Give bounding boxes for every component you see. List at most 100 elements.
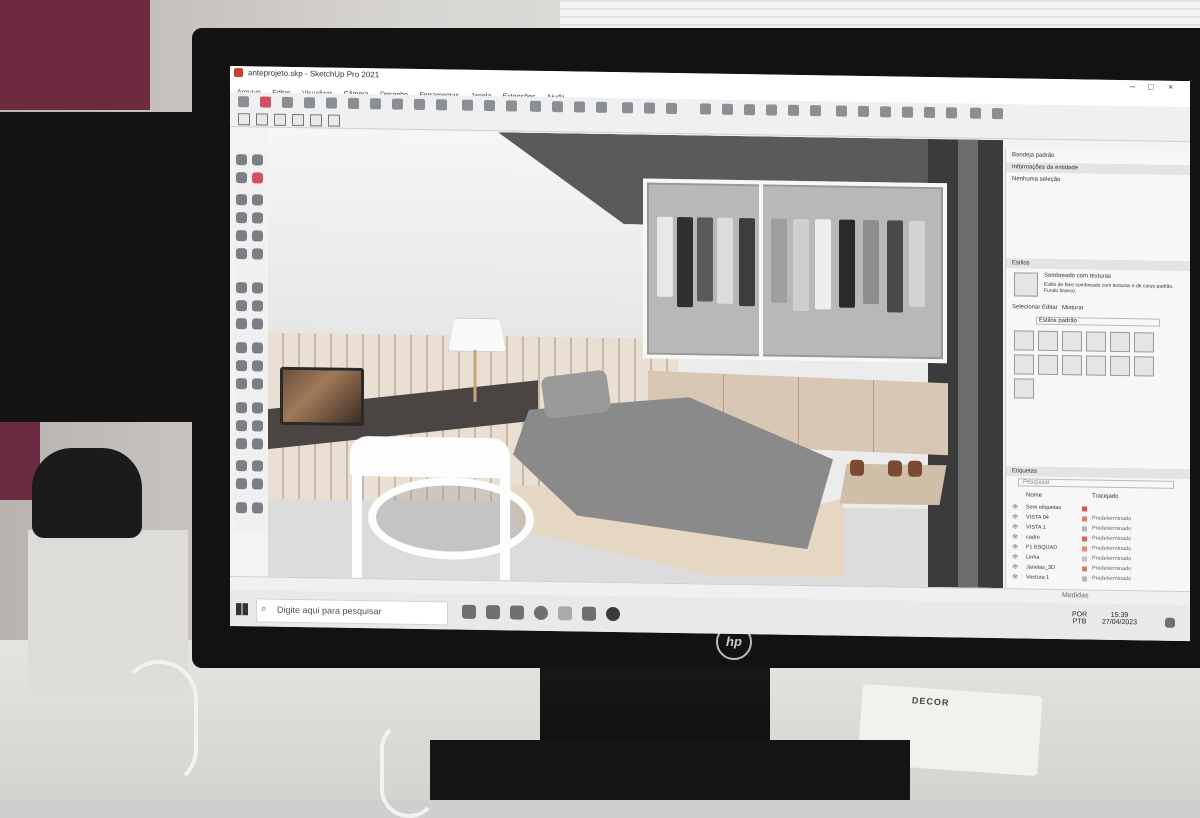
eye-icon[interactable]: 👁: [1012, 574, 1020, 580]
textured-icon[interactable]: [924, 106, 935, 119]
left-view-icon[interactable]: [810, 105, 821, 117]
windows-start-icon[interactable]: [236, 603, 248, 616]
style-swatch[interactable]: [1086, 331, 1106, 352]
scale-icon[interactable]: [414, 98, 425, 111]
top-view-icon[interactable]: [722, 103, 733, 115]
autocad-icon[interactable]: [582, 606, 596, 621]
tag-dash[interactable]: Predeterminado: [1092, 576, 1131, 583]
palette-smoove-icon[interactable]: [252, 502, 263, 514]
pencil-icon[interactable]: [282, 96, 293, 108]
eye-icon[interactable]: 👁: [1012, 534, 1020, 540]
style-tab-mix[interactable]: Misturar: [1062, 305, 1084, 311]
monochrome-icon[interactable]: [946, 107, 957, 119]
palette-push-pull-icon[interactable]: [252, 282, 263, 294]
tag-dash[interactable]: Predeterminado: [1092, 526, 1131, 533]
tags-search-input[interactable]: Pesquisar: [1018, 478, 1174, 489]
eye-icon[interactable]: 👁: [1012, 544, 1020, 550]
tag-dash[interactable]: Predeterminado: [1092, 566, 1131, 573]
orbit-icon[interactable]: [530, 100, 541, 112]
tag-color-swatch[interactable]: [1082, 546, 1087, 552]
front-view-icon[interactable]: [744, 104, 755, 116]
palette-position-camera-icon[interactable]: [236, 460, 247, 472]
language-indicator[interactable]: POR PTB: [1072, 611, 1087, 625]
clock[interactable]: 15:39 27/04/2023: [1102, 612, 1137, 626]
tag-color-swatch[interactable]: [1082, 556, 1087, 562]
style-swatch[interactable]: [1110, 355, 1130, 377]
push-pull-icon[interactable]: [348, 97, 359, 110]
style-swatch[interactable]: [1086, 355, 1106, 376]
solid-subtract-icon[interactable]: [256, 113, 268, 126]
minimize-icon[interactable]: –: [1130, 81, 1135, 91]
palette-orbit-icon[interactable]: [236, 402, 247, 414]
style-tab-select[interactable]: Selecionar: [1012, 304, 1040, 310]
palette-dimension-icon[interactable]: [252, 342, 263, 354]
styles-header[interactable]: Estilos: [1006, 258, 1190, 272]
eye-icon[interactable]: 👁: [1012, 524, 1020, 530]
solid-union-icon[interactable]: [238, 113, 250, 126]
tag-color-swatch[interactable]: [1082, 576, 1087, 582]
style-collection-select[interactable]: Estilos padrão: [1036, 316, 1160, 327]
wireframe-icon[interactable]: [858, 105, 869, 118]
section-cut-icon[interactable]: [992, 107, 1003, 120]
palette-circle-icon[interactable]: [236, 230, 247, 242]
axes-icon[interactable]: [506, 100, 517, 112]
palette-walk-icon[interactable]: [236, 478, 247, 490]
outer-shell-icon[interactable]: [328, 114, 340, 127]
right-view-icon[interactable]: [766, 104, 777, 116]
tag-dash[interactable]: Predeterminado: [1092, 546, 1131, 553]
style-swatch[interactable]: [1038, 354, 1058, 376]
spotify-icon[interactable]: [606, 606, 620, 622]
style-tab-edit[interactable]: Editar: [1042, 305, 1058, 311]
rectangle-icon[interactable]: [326, 97, 337, 109]
style-swatch[interactable]: [1134, 356, 1154, 377]
palette-follow-me-icon[interactable]: [252, 300, 263, 312]
maximize-icon[interactable]: □: [1148, 81, 1153, 91]
mail-icon[interactable]: [510, 605, 524, 620]
text-icon[interactable]: [484, 99, 495, 112]
tag-dash[interactable]: Predeterminado: [1092, 536, 1131, 543]
layout-icon[interactable]: [666, 102, 677, 115]
xray-icon[interactable]: [836, 105, 847, 117]
palette-rotated-rect-icon[interactable]: [252, 212, 263, 224]
palette-move-icon[interactable]: [236, 282, 247, 294]
tag-dash[interactable]: Predeterminado: [1092, 556, 1131, 563]
palette-offset-icon[interactable]: [252, 318, 263, 330]
style-swatch[interactable]: [1014, 354, 1034, 375]
arc-icon[interactable]: [304, 97, 315, 109]
palette-eraser-icon[interactable]: [252, 172, 263, 184]
offset-icon[interactable]: [436, 99, 447, 111]
palette-zoom-icon[interactable]: [236, 420, 247, 432]
notifications-icon[interactable]: [1165, 617, 1175, 628]
solid-trim-icon[interactable]: [292, 113, 304, 127]
eye-icon[interactable]: 👁: [1012, 554, 1020, 560]
hidden-line-icon[interactable]: [880, 106, 891, 118]
palette-component-icon[interactable]: [252, 154, 263, 166]
style-swatch[interactable]: [1014, 330, 1034, 351]
palette-zoom-window-icon[interactable]: [252, 420, 263, 432]
palette-pan-icon[interactable]: [252, 402, 263, 414]
palette-tape-icon[interactable]: [236, 342, 247, 354]
tags-header[interactable]: Etiquetas: [1006, 466, 1190, 480]
eye-icon[interactable]: 👁: [1012, 514, 1020, 520]
palette-polygon-icon[interactable]: [252, 230, 263, 242]
palette-section-icon[interactable]: [252, 478, 263, 490]
eye-icon[interactable]: 👁: [1012, 564, 1020, 570]
entity-info-header[interactable]: Informações da entidade: [1006, 162, 1190, 176]
select-icon[interactable]: [238, 96, 249, 108]
palette-3dtext-icon[interactable]: [252, 378, 263, 390]
solid-split-icon[interactable]: [310, 114, 322, 127]
style-swatch[interactable]: [1062, 331, 1082, 352]
zoom-icon[interactable]: [574, 101, 585, 113]
palette-look-around-icon[interactable]: [252, 460, 263, 472]
palette-previous-icon[interactable]: [252, 438, 263, 450]
pan-icon[interactable]: [552, 101, 563, 113]
palette-protractor-icon[interactable]: [236, 360, 247, 372]
palette-paint-icon[interactable]: [236, 172, 247, 184]
palette-line-icon[interactable]: [236, 194, 247, 206]
style-swatch[interactable]: [1038, 330, 1058, 352]
tag-color-swatch[interactable]: [1082, 506, 1087, 512]
chrome-icon[interactable]: [534, 605, 548, 620]
palette-arc-icon[interactable]: [236, 248, 247, 260]
palette-zoom-extents-icon[interactable]: [236, 438, 247, 450]
iso-view-icon[interactable]: [700, 103, 711, 115]
